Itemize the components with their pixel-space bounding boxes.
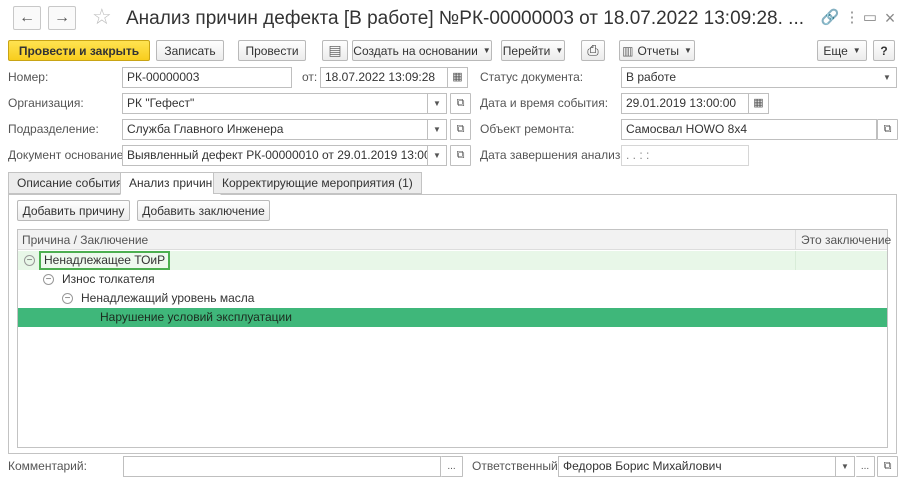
reports-label: Отчеты [637, 43, 679, 58]
tab-corrective-measures[interactable]: Корректирующие мероприятия (1) [213, 172, 422, 194]
collapse-icon[interactable]: − [43, 274, 54, 285]
chevron-down-icon[interactable]: ▼ [836, 456, 855, 477]
responsible-field[interactable]: Федоров Борис Михайлович [558, 456, 836, 477]
go-to-button[interactable]: Перейти ▼ [501, 40, 565, 61]
analysis-end-field[interactable]: . . : : [621, 145, 749, 166]
column-divider [795, 230, 796, 250]
event-datetime-field[interactable]: 29.01.2019 13:00:00 [621, 93, 749, 114]
base-document-label: Документ основание: [8, 148, 127, 162]
calendar-icon[interactable]: ▦ [448, 67, 468, 88]
collapse-icon[interactable]: − [62, 293, 73, 304]
arrow-left-icon: ← [19, 9, 35, 26]
column-cause-header[interactable]: Причина / Заключение [22, 230, 148, 250]
tree-node-label[interactable]: Износ толкателя [62, 270, 155, 289]
help-button[interactable]: ? [873, 40, 895, 61]
star-icon[interactable]: ☆ [92, 5, 112, 29]
save-button[interactable]: Записать [156, 40, 224, 61]
tree-node-label[interactable]: Ненадлежащее ТОиР [39, 251, 171, 270]
collapse-icon[interactable]: − [24, 255, 35, 266]
date-field[interactable]: 18.07.2022 13:09:28 [320, 67, 448, 88]
tab-event-description[interactable]: Описание события [8, 172, 132, 194]
comment-field[interactable] [123, 456, 441, 477]
event-datetime-label: Дата и время события: [480, 96, 609, 110]
go-to-label: Перейти [502, 43, 551, 58]
status-field[interactable]: В работе [621, 67, 879, 88]
back-button[interactable]: ← [13, 6, 41, 30]
number-field[interactable]: РК-00000003 [122, 67, 292, 88]
open-icon[interactable]: ⧉ [877, 456, 898, 477]
tree-node-label[interactable]: Ненадлежащий уровень масла [81, 289, 254, 308]
chevron-down-icon[interactable]: ▼ [878, 67, 897, 88]
repair-object-field[interactable]: Самосвал HOWO 8x4 [621, 119, 877, 140]
chevron-down-icon[interactable]: ▼ [428, 93, 447, 114]
list-icon: ▤ [328, 42, 342, 58]
chevron-down-icon: ▼ [683, 46, 692, 55]
open-icon[interactable]: ⧉ [877, 119, 898, 140]
post-and-close-button[interactable]: Провести и закрыть [8, 40, 150, 61]
chevron-down-icon[interactable]: ▼ [428, 145, 447, 166]
add-cause-button[interactable]: Добавить причину [17, 200, 130, 221]
restore-icon[interactable]: ▭ [860, 8, 880, 28]
organization-field[interactable]: РК "Гефест" [122, 93, 428, 114]
open-icon[interactable]: ⧉ [450, 119, 471, 140]
base-document-field[interactable]: Выявленный дефект РК-00000010 от 29.01.2… [122, 145, 428, 166]
division-label: Подразделение: [8, 122, 99, 136]
ellipsis-button[interactable]: ... [856, 456, 875, 477]
calendar-icon[interactable]: ▦ [749, 93, 769, 114]
link-icon[interactable]: 🔗 [820, 8, 840, 28]
more-button[interactable]: Еще ▼ [817, 40, 867, 61]
open-icon[interactable]: ⧉ [450, 145, 471, 166]
ellipsis-button[interactable]: ... [441, 456, 463, 477]
print-icon: ⎙ [587, 42, 599, 58]
tab-cause-analysis[interactable]: Анализ причин [120, 172, 222, 195]
close-icon[interactable]: × [880, 8, 900, 28]
column-is-conclusion-header[interactable]: Это заключение [801, 230, 891, 250]
column-divider [795, 251, 796, 270]
forward-button[interactable]: → [48, 6, 76, 30]
post-button[interactable]: Провести [238, 40, 306, 61]
chevron-down-icon[interactable]: ▼ [428, 119, 447, 140]
date-label: от: [302, 70, 318, 84]
division-field[interactable]: Служба Главного Инженера [122, 119, 428, 140]
add-conclusion-button[interactable]: Добавить заключение [137, 200, 270, 221]
open-icon[interactable]: ⧉ [450, 93, 471, 114]
analysis-end-label: Дата завершения анализа: [480, 148, 631, 162]
arrow-right-icon: → [54, 9, 70, 26]
create-based-on-button[interactable]: Создать на основании ▼ [352, 40, 492, 61]
more-label: Еще [823, 43, 848, 58]
print-button[interactable]: ⎙ [581, 40, 605, 61]
reports-icon: ▥ [622, 43, 634, 58]
responsible-label: Ответственный: [472, 459, 562, 473]
number-label: Номер: [8, 70, 49, 84]
create-based-on-label: Создать на основании [353, 43, 478, 58]
chevron-down-icon: ▼ [482, 46, 491, 55]
chevron-down-icon: ▼ [852, 46, 861, 55]
reports-button[interactable]: ▥ Отчеты ▼ [619, 40, 695, 61]
repair-object-label: Объект ремонта: [480, 122, 575, 136]
more-vertical-icon[interactable]: ⋮ [842, 8, 862, 28]
list-button[interactable]: ▤ [322, 40, 348, 61]
window-title: Анализ причин дефекта [В работе] №РК-000… [126, 8, 805, 29]
comment-label: Комментарий: [8, 459, 87, 473]
chevron-down-icon: ▼ [555, 46, 564, 55]
status-label: Статус документа: [480, 70, 584, 84]
table-header [18, 230, 887, 250]
organization-label: Организация: [8, 96, 84, 110]
tree-node-label[interactable]: Нарушение условий эксплуатации [100, 308, 292, 327]
